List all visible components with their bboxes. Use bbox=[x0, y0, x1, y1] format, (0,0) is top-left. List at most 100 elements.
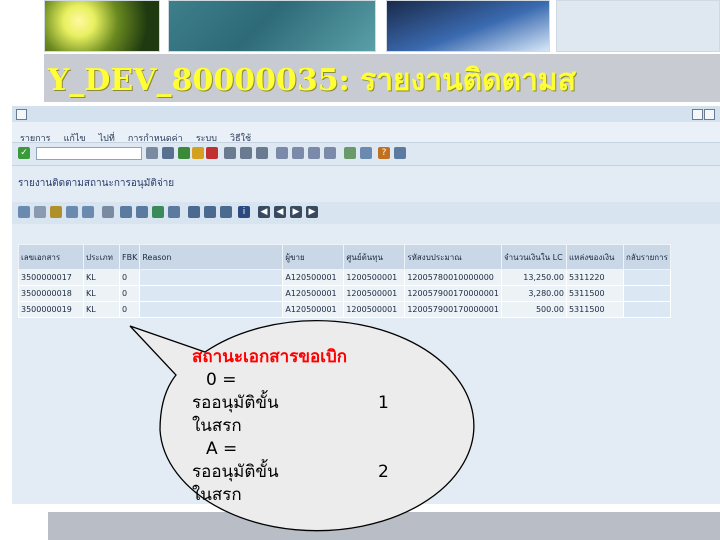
table-cell[interactable]: 0 bbox=[118, 301, 141, 318]
table-cell[interactable] bbox=[139, 269, 284, 286]
slide-title: Y_DEV_80000035: รายงานติดตามส bbox=[48, 63, 577, 98]
layout-change-icon[interactable] bbox=[168, 206, 180, 218]
table-cell[interactable] bbox=[622, 301, 671, 318]
table-cell[interactable]: 5311220 bbox=[565, 269, 624, 286]
sort-descending-icon[interactable] bbox=[82, 206, 94, 218]
export-icon[interactable] bbox=[152, 206, 164, 218]
table-cell[interactable]: 3500000017 bbox=[18, 269, 84, 286]
table-cell[interactable]: KL bbox=[83, 301, 120, 318]
last-page-icon[interactable] bbox=[324, 147, 336, 159]
callout-line: 0 = bbox=[206, 370, 237, 390]
minimize-icon[interactable] bbox=[692, 109, 703, 120]
column-header-type[interactable]: ประเภท bbox=[83, 244, 120, 270]
table-cell[interactable]: 3500000018 bbox=[18, 285, 84, 302]
table-cell[interactable] bbox=[622, 285, 671, 302]
next-page-icon[interactable] bbox=[308, 147, 320, 159]
callout-line: รออนุมัติขั้น 1 bbox=[192, 393, 389, 413]
save-layout-icon[interactable] bbox=[220, 206, 232, 218]
exit-icon[interactable] bbox=[192, 147, 204, 159]
header-image-2 bbox=[168, 0, 376, 52]
sort-ascending-icon[interactable] bbox=[66, 206, 78, 218]
callout-text: สถานะเอกสารขอเบิก 0 = รออนุมัติขั้น 1 ในส… bbox=[192, 346, 412, 507]
subtotal-icon[interactable] bbox=[120, 206, 132, 218]
select-all-icon[interactable] bbox=[34, 206, 46, 218]
table-cell[interactable] bbox=[622, 269, 671, 286]
close-icon[interactable] bbox=[704, 109, 715, 120]
table-cell[interactable]: A120500001 bbox=[282, 269, 345, 286]
header-image-4 bbox=[556, 0, 720, 52]
back-icon[interactable] bbox=[178, 147, 190, 159]
chevron-down-icon[interactable] bbox=[146, 147, 158, 159]
table-cell[interactable]: KL bbox=[83, 269, 120, 286]
table-cell[interactable]: 12005780010000000 bbox=[404, 269, 502, 286]
column-header-vendor[interactable]: ผู้ขาย bbox=[282, 244, 345, 270]
filter-icon[interactable] bbox=[50, 206, 62, 218]
previous-row-icon[interactable]: ◀ bbox=[274, 206, 286, 218]
table-cell[interactable]: 0 bbox=[118, 285, 141, 302]
table-cell[interactable]: 3,280.00 bbox=[500, 285, 567, 302]
table-cell[interactable]: 3500000019 bbox=[18, 301, 84, 318]
column-header-document[interactable]: เลขเอกสาร bbox=[18, 244, 84, 270]
save-icon[interactable] bbox=[162, 147, 174, 159]
results-table: เลขเอกสาร ประเภท FBK Reason ผู้ขาย ศูนย์… bbox=[18, 244, 671, 318]
header-image-3 bbox=[386, 0, 550, 52]
column-header-reason[interactable]: Reason bbox=[139, 244, 284, 270]
first-row-icon[interactable]: ◀ bbox=[258, 206, 270, 218]
column-header-fund-source[interactable]: แหล่งของเงิน bbox=[565, 244, 624, 270]
callout-line: A = bbox=[206, 439, 238, 459]
find-icon[interactable] bbox=[240, 147, 252, 159]
table-cell[interactable]: 5311500 bbox=[565, 301, 624, 318]
menu-bar: รายการ แก้ไข ไปที่ การกำหนดค่า ระบบ วิธี… bbox=[12, 122, 720, 144]
details-icon[interactable] bbox=[18, 206, 30, 218]
find-next-icon[interactable] bbox=[256, 147, 268, 159]
table-cell[interactable]: A120500001 bbox=[282, 301, 345, 318]
callout-heading: สถานะเอกสารขอเบิก bbox=[192, 347, 348, 367]
column-header-reversal[interactable]: กลับรายการ bbox=[622, 244, 671, 270]
first-page-icon[interactable] bbox=[276, 147, 288, 159]
cancel-icon[interactable] bbox=[206, 147, 218, 159]
column-header-fbk[interactable]: FBK bbox=[118, 244, 141, 270]
shortcut-icon[interactable] bbox=[360, 147, 372, 159]
print-preview-icon[interactable] bbox=[136, 206, 148, 218]
table-cell[interactable]: 0 bbox=[118, 269, 141, 286]
column-header-budget-code[interactable]: รหัสงบประมาณ bbox=[404, 244, 502, 270]
layout-icon[interactable] bbox=[394, 147, 406, 159]
table-cell[interactable]: 1200500001 bbox=[343, 285, 406, 302]
new-session-icon[interactable] bbox=[344, 147, 356, 159]
table-cell[interactable]: 500.00 bbox=[500, 301, 567, 318]
table-cell[interactable]: 5311500 bbox=[565, 285, 624, 302]
last-row-icon[interactable]: ▶ bbox=[306, 206, 318, 218]
help-icon[interactable]: ? bbox=[378, 147, 390, 159]
column-header-cost-center[interactable]: ศูนย์ต้นทุน bbox=[343, 244, 406, 270]
table-row[interactable]: 3500000017 KL 0 A120500001 1200500001 12… bbox=[18, 269, 671, 286]
alv-grid: เลขเอกสาร ประเภท FBK Reason ผู้ขาย ศูนย์… bbox=[18, 244, 718, 318]
table-cell[interactable]: 120057900170000001 bbox=[404, 301, 502, 318]
print-icon[interactable] bbox=[224, 147, 236, 159]
table-cell[interactable]: A120500001 bbox=[282, 285, 345, 302]
table-cell[interactable] bbox=[139, 301, 284, 318]
callout-line: ในสรก bbox=[192, 485, 242, 505]
table-cell[interactable]: KL bbox=[83, 285, 120, 302]
footer-bar bbox=[48, 512, 720, 540]
next-row-icon[interactable]: ▶ bbox=[290, 206, 302, 218]
info-icon[interactable]: i bbox=[238, 206, 250, 218]
table-cell[interactable]: 1200500001 bbox=[343, 301, 406, 318]
grid-icon[interactable] bbox=[188, 206, 200, 218]
command-field[interactable] bbox=[36, 147, 142, 160]
table-row[interactable]: 3500000019 KL 0 A120500001 1200500001 12… bbox=[18, 301, 671, 318]
window-titlebar bbox=[12, 106, 720, 122]
total-icon[interactable] bbox=[102, 206, 114, 218]
header-image-1 bbox=[44, 0, 160, 52]
table-row[interactable]: 3500000018 KL 0 A120500001 1200500001 12… bbox=[18, 285, 671, 302]
enter-icon[interactable]: ✓ bbox=[18, 147, 30, 159]
table-cell[interactable]: 1200500001 bbox=[343, 269, 406, 286]
previous-page-icon[interactable] bbox=[292, 147, 304, 159]
table-cell[interactable]: 13,250.00 bbox=[500, 269, 567, 286]
callout-line: รออนุมัติขั้น 2 bbox=[192, 462, 389, 482]
column-header-amount[interactable]: จำนวนเงินใน LC bbox=[500, 244, 567, 270]
columns-icon[interactable] bbox=[204, 206, 216, 218]
table-cell[interactable] bbox=[139, 285, 284, 302]
table-cell[interactable]: 120057900170000001 bbox=[404, 285, 502, 302]
table-header-row: เลขเอกสาร ประเภท FBK Reason ผู้ขาย ศูนย์… bbox=[18, 244, 671, 270]
window-menu-icon[interactable] bbox=[16, 109, 27, 120]
